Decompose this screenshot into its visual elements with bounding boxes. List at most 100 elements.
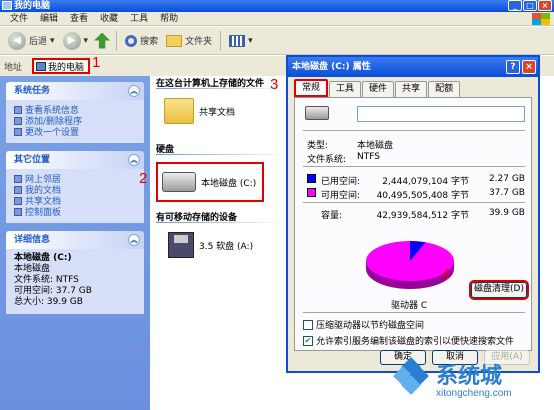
system-tasks-title: 系统任务 [14, 86, 51, 96]
divider [303, 202, 525, 203]
capacity-bytes: 42,939,584,512 字节 [376, 211, 469, 221]
hard-drive-icon [162, 172, 196, 192]
my-computer-icon [36, 61, 46, 71]
menu-bar: 文件 编辑 查看 收藏 工具 帮助 [0, 12, 554, 26]
menu-help[interactable]: 帮助 [154, 12, 184, 25]
folder-icon [164, 98, 194, 124]
menu-file[interactable]: 文件 [4, 12, 34, 25]
place-control-panel[interactable]: 控制面板 [14, 206, 136, 218]
floppy-drive-icon [168, 232, 194, 258]
system-tasks-body: 查看系统信息 添加/删除程序 更改一个设置 [6, 100, 144, 143]
search-button[interactable]: 搜索 [123, 34, 160, 47]
menu-edit[interactable]: 编辑 [34, 12, 64, 25]
folders-button[interactable]: 文件夹 [164, 34, 214, 47]
back-button[interactable]: ◀ 后退 ▾ [6, 31, 57, 50]
index-label: 允许索引服务编制该磁盘的索引以便快速搜索文件 [316, 337, 515, 347]
compress-checkbox[interactable] [303, 319, 313, 330]
forward-button[interactable]: ▶ ▾ [61, 31, 91, 50]
watermark: 系统城 xitongcheng.com [393, 357, 552, 408]
fs-label: 文件系统: [307, 155, 347, 165]
window-titlebar: 我的电脑 _ □ × [0, 0, 554, 12]
divider [303, 166, 525, 167]
help-button[interactable]: ? [506, 60, 520, 74]
menu-view[interactable]: 查看 [64, 12, 94, 25]
menu-tools[interactable]: 工具 [124, 12, 154, 25]
compress-option[interactable]: 压缩驱动器以节约磁盘空间 [303, 318, 424, 331]
views-button[interactable]: ▾ [227, 34, 255, 47]
other-places-header[interactable]: 其它位置 ︽ [6, 151, 144, 169]
close-button[interactable]: × [538, 0, 552, 11]
menu-favorites[interactable]: 收藏 [94, 12, 124, 25]
address-field[interactable]: 我的电脑 [32, 58, 90, 74]
task-change-setting[interactable]: 更改一个设置 [14, 126, 136, 138]
type-label: 类型: [307, 141, 329, 151]
control-panel-icon [14, 207, 22, 216]
tab-general[interactable]: 常规 [294, 79, 329, 97]
details-fs: 文件系统: NTFS [14, 275, 79, 285]
network-icon [14, 174, 22, 183]
address-value: 我的电脑 [48, 62, 85, 73]
minimize-button[interactable]: _ [508, 0, 522, 11]
annotation-2: 2 [139, 170, 148, 187]
compress-label: 压缩驱动器以节约磁盘空间 [316, 321, 425, 331]
local-disk-label: 本地磁盘 (C:) [201, 178, 257, 189]
details-free: 可用空间: 37.7 GB [14, 286, 92, 296]
details-header[interactable]: 详细信息 ︽ [6, 231, 144, 249]
watermark-logo-icon [393, 357, 429, 395]
local-disk-c-item[interactable]: 本地磁盘 (C:) [162, 172, 256, 192]
tab-quota[interactable]: 配额 [428, 81, 461, 97]
maximize-button[interactable]: □ [523, 0, 537, 11]
toolbar-separator [220, 30, 222, 51]
toolbar: ◀ 后退 ▾ ▶ ▾ 搜索 文件夹 ▾ [0, 27, 554, 55]
details-panel: 详细信息 ︽ 本地磁盘 (C:) 本地磁盘 文件系统: NTFS 可用空间: 3… [6, 231, 144, 314]
divider [303, 130, 525, 131]
tab-sharing[interactable]: 共享 [395, 81, 428, 97]
details-type: 本地磁盘 [14, 264, 51, 274]
tab-tools[interactable]: 工具 [329, 81, 362, 97]
dialog-controls: ? × [506, 60, 536, 74]
shared-documents-label: 共享文档 [199, 107, 236, 118]
task-label: 更改一个设置 [25, 128, 80, 138]
forward-arrow-icon: ▶ [62, 31, 81, 50]
collapse-icon[interactable]: ︽ [128, 234, 140, 246]
address-label: 地址 [4, 62, 23, 73]
up-folder-icon[interactable] [94, 32, 111, 49]
dialog-close-button[interactable]: × [522, 60, 536, 74]
system-tasks-panel: 系统任务 ︽ 查看系统信息 添加/删除程序 更改一个设置 [6, 82, 144, 143]
windows-logo-icon [532, 13, 550, 25]
back-label: 后退 [29, 37, 48, 47]
annotation-3: 3 [270, 76, 279, 93]
free-bytes: 40,495,505,408 字节 [376, 191, 469, 201]
place-label: 控制面板 [25, 208, 62, 218]
index-checkbox[interactable]: ✔ [303, 335, 313, 346]
chevron-down-icon[interactable]: ▾ [84, 36, 89, 46]
group-divider [156, 154, 286, 155]
annotation-1: 1 [92, 54, 101, 71]
details-title: 详细信息 [14, 235, 51, 245]
chevron-down-icon[interactable]: ▾ [50, 36, 55, 46]
free-space-swatch [307, 188, 316, 197]
views-icon [229, 34, 246, 47]
volume-label-input[interactable] [357, 106, 525, 122]
other-places-panel: 其它位置 ︽ 网上邻居 我的文档 共享文档 控制面板 [6, 151, 144, 223]
system-tasks-header[interactable]: 系统任务 ︽ [6, 82, 144, 100]
used-bytes: 2,444,079,104 字节 [382, 177, 469, 187]
programs-icon [14, 116, 22, 125]
type-value: 本地磁盘 [357, 141, 394, 151]
chevron-down-icon[interactable]: ▾ [248, 36, 253, 46]
disk-cleanup-button[interactable]: 磁盘清理(D) [469, 280, 529, 300]
tab-hardware[interactable]: 硬件 [362, 81, 395, 97]
fs-value: NTFS [357, 152, 380, 162]
divider [303, 312, 525, 313]
settings-icon [14, 127, 22, 136]
shared-documents-item[interactable]: 共享文档 [164, 98, 235, 124]
window-title: 我的电脑 [14, 1, 51, 11]
search-label: 搜索 [140, 37, 159, 47]
index-option[interactable]: ✔ 允许索引服务编制该磁盘的索引以便快速搜索文件 [303, 334, 514, 347]
shared-folder-icon [14, 196, 22, 205]
collapse-icon[interactable]: ︽ [128, 154, 140, 166]
floppy-a-item[interactable]: 3.5 软盘 (A:) [168, 232, 253, 258]
annotation-4: 4 [442, 266, 451, 283]
capacity-gb: 39.9 GB [488, 208, 525, 218]
collapse-icon[interactable]: ︽ [128, 85, 140, 97]
